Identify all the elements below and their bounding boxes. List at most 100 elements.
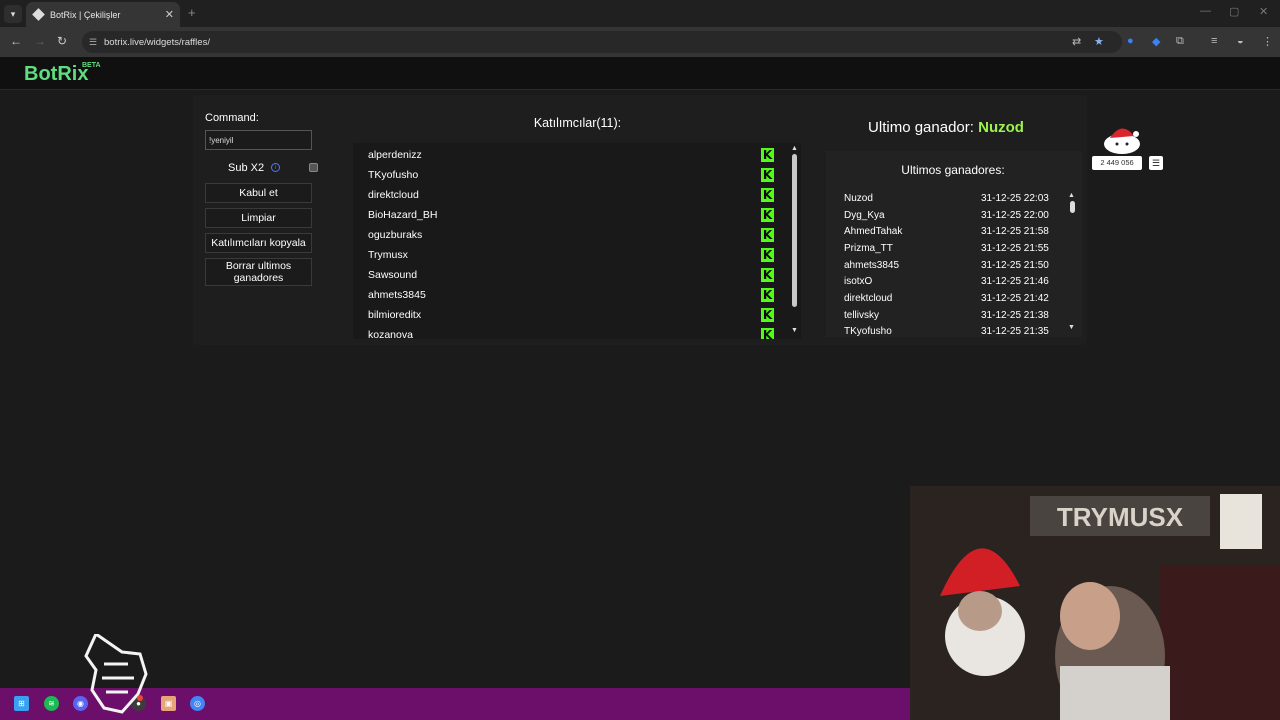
- winner-name: tellivsky: [844, 310, 880, 321]
- participant-name: BioHazard_BH: [368, 209, 438, 221]
- windows-start-icon[interactable]: ⊞: [14, 696, 29, 711]
- scroll-down-arrow-icon[interactable]: ▼: [1068, 324, 1075, 331]
- kick-logo-icon: K: [761, 148, 774, 162]
- participant-name: oguzburaks: [368, 229, 423, 241]
- winner-date: 31-12-25 21:35: [981, 326, 1049, 337]
- spotify-icon[interactable]: ≋: [44, 696, 59, 711]
- winner-date: 31-12-25 21:58: [981, 226, 1049, 237]
- kick-logo-icon: K: [761, 308, 774, 322]
- winner-name: Prizma_TT: [844, 243, 893, 254]
- browser-tab-bar: ▾ BotRix | Çekilişler ✕ + — ▢ ✕: [0, 0, 1280, 27]
- extension-icon[interactable]: ●: [1127, 35, 1134, 47]
- participant-name: Sawsound: [368, 269, 418, 281]
- participant-name: direktcloud: [368, 189, 419, 201]
- winner-name: Dyg_Kya: [844, 210, 885, 221]
- chrome-icon[interactable]: ◎: [190, 696, 205, 711]
- winner-date: 31-12-25 21:46: [981, 276, 1049, 287]
- winner-date: 31-12-25 22:00: [981, 210, 1049, 221]
- command-label: Command:: [205, 112, 259, 124]
- browser-tab[interactable]: BotRix | Çekilişler ✕: [26, 2, 180, 27]
- app-header: BotRix BETA: [0, 57, 1280, 90]
- clear-winners-button[interactable]: Borrar ultimos ganadores: [205, 258, 312, 286]
- winner-name: TKyofusho: [844, 326, 892, 337]
- browser-toolbar: ← → ↻ ☰ botrix.live/widgets/raffles/ ⇄ ★…: [0, 27, 1280, 57]
- last-winner-label: Ultimo ganador:: [868, 119, 974, 136]
- webcam-sign-text: TRYMUSX: [1057, 502, 1184, 532]
- reload-icon[interactable]: ↻: [57, 34, 67, 48]
- accept-button[interactable]: Kabul et: [205, 183, 312, 203]
- winner-date: 31-12-25 21:42: [981, 293, 1049, 304]
- site-info-icon[interactable]: ☰: [89, 37, 97, 48]
- participant-name: ahmets3845: [368, 289, 426, 301]
- scroll-down-arrow-icon[interactable]: ▼: [791, 327, 798, 334]
- scroll-up-arrow-icon[interactable]: ▲: [1068, 192, 1075, 199]
- winners-scrollbar-thumb[interactable]: [1070, 201, 1075, 213]
- scroll-up-arrow-icon[interactable]: ▲: [791, 145, 798, 152]
- winner-name: AhmedTahak: [844, 226, 903, 237]
- copy-participants-button[interactable]: Katılımcıları kopyala: [205, 233, 312, 253]
- tab-search-button[interactable]: ▾: [4, 5, 22, 23]
- participant-name: Trymusx: [368, 249, 408, 261]
- extensions-puzzle-icon[interactable]: ⧉: [1176, 35, 1184, 48]
- kick-logo-icon: K: [761, 188, 774, 202]
- url-text: botrix.live/widgets/raffles/: [104, 36, 210, 48]
- winner-name: Nuzod: [844, 193, 873, 204]
- last-winner-name: Nuzod: [978, 119, 1024, 136]
- participant-name: TKyofusho: [368, 169, 419, 181]
- winner-date: 31-12-25 21:38: [981, 310, 1049, 321]
- participants-list[interactable]: alperdenizz K TKyofusho K direktcloud K …: [353, 143, 801, 339]
- back-icon[interactable]: ←: [10, 34, 22, 48]
- command-input[interactable]: [205, 130, 312, 150]
- browser-menu-icon[interactable]: ⋮: [1262, 35, 1273, 48]
- last-winner-heading: Ultimo ganador: Nuzod: [826, 119, 1066, 136]
- sub-x2-checkbox[interactable]: [309, 163, 318, 172]
- tab-title: BotRix | Çekilişler: [50, 9, 121, 20]
- info-icon[interactable]: i: [271, 163, 280, 172]
- new-tab-icon[interactable]: +: [188, 5, 196, 20]
- winner-name: isotxO: [844, 276, 873, 287]
- participant-name: bilmioreditx: [368, 309, 422, 321]
- profile-icon[interactable]: ◒: [1237, 35, 1244, 47]
- kick-logo-icon: K: [761, 288, 774, 302]
- participants-title: Katılımcılar(11):: [533, 116, 622, 130]
- kick-logo-icon: K: [761, 168, 774, 182]
- extension-shield-icon[interactable]: ◆: [1152, 35, 1160, 48]
- kick-logo-icon: K: [761, 228, 774, 242]
- beta-badge: BETA: [82, 62, 101, 69]
- list-icon: ☰: [1149, 156, 1163, 170]
- winner-name: ahmets3845: [844, 260, 900, 271]
- recent-winners-title: Ultimos ganadores:: [901, 163, 1005, 177]
- reading-list-icon[interactable]: ≡: [1211, 35, 1217, 47]
- site-favicon-icon: [32, 8, 45, 21]
- window-close-icon[interactable]: ✕: [1259, 5, 1268, 18]
- winner-name: direktcloud: [844, 293, 893, 304]
- forward-icon[interactable]: →: [34, 34, 46, 48]
- viewer-counter: 2 449 056: [1092, 156, 1142, 170]
- photos-icon[interactable]: ▣: [161, 696, 176, 711]
- kick-logo-icon: K: [761, 328, 774, 339]
- maximize-icon[interactable]: ▢: [1229, 5, 1239, 18]
- kick-logo-icon: K: [761, 268, 774, 282]
- stream-viewer-widget: 2 449 056 ☰: [1092, 122, 1168, 174]
- dragon-logo-icon: [84, 634, 148, 714]
- botrix-logo[interactable]: BotRix: [24, 63, 88, 86]
- webcam-image: TRYMUSX: [910, 486, 1280, 720]
- winner-date: 31-12-25 21:55: [981, 243, 1049, 254]
- address-bar[interactable]: ☰ botrix.live/widgets/raffles/: [82, 31, 1122, 53]
- kick-logo-icon: K: [761, 248, 774, 262]
- translate-icon[interactable]: ⇄: [1072, 35, 1081, 48]
- recent-winners-list[interactable]: Ultimos ganadores: Nuzod 31-12-25 22:03 …: [826, 151, 1082, 337]
- kick-logo-icon: K: [761, 208, 774, 222]
- sub-x2-label: Sub X2: [228, 162, 265, 174]
- webcam-feed: TRYMUSX: [910, 486, 1280, 720]
- winner-date: 31-12-25 22:03: [981, 193, 1049, 204]
- minimize-icon[interactable]: —: [1200, 5, 1211, 17]
- participant-name: kozanova: [368, 329, 413, 339]
- winner-date: 31-12-25 21:50: [981, 260, 1049, 271]
- participant-name: alperdenizz: [368, 149, 422, 161]
- tab-close-icon[interactable]: ✕: [165, 8, 174, 21]
- clear-button[interactable]: Limpiar: [205, 208, 312, 228]
- participants-scrollbar-thumb[interactable]: [792, 154, 797, 307]
- santa-cat-sticker-icon: [1104, 128, 1140, 154]
- bookmark-star-icon[interactable]: ★: [1094, 35, 1104, 48]
